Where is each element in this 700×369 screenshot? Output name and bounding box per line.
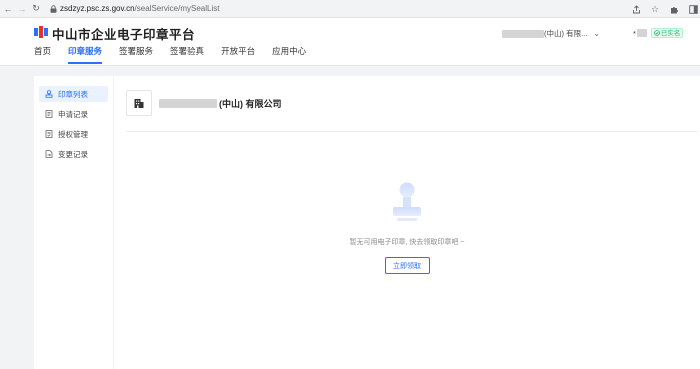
- company-switcher[interactable]: (中山) 有限... ⌄: [502, 28, 600, 39]
- user-area[interactable]: * 已实名: [633, 28, 684, 38]
- divider: [126, 131, 698, 132]
- nav-signature-verification[interactable]: 签署验真: [170, 45, 204, 63]
- main-panel: (中山) 有限公司 暂无可用电子印章, 快去领取印章吧 ~ 立即领取: [114, 76, 700, 369]
- empty-state: 暂无可用电子印章, 快去领取印章吧 ~ 立即领取: [114, 181, 700, 274]
- back-icon[interactable]: ←: [2, 3, 14, 15]
- bookmark-star-icon[interactable]: ☆: [650, 3, 660, 15]
- lock-icon[interactable]: [48, 3, 58, 15]
- authorize-icon: [44, 130, 53, 139]
- sidebar-item-label: 印章列表: [58, 89, 88, 99]
- verified-badge: 已实名: [650, 28, 684, 38]
- share-icon[interactable]: [631, 3, 641, 15]
- document-icon: [44, 110, 53, 119]
- check-circle-icon: [654, 30, 660, 36]
- sidebar-item-label: 变更记录: [58, 149, 88, 159]
- reload-icon[interactable]: ↻: [30, 3, 42, 15]
- chevron-down-icon: ⌄: [593, 29, 601, 38]
- sidebar-item-application-records[interactable]: 申请记录: [39, 106, 108, 122]
- company-name: (中山) 有限公司: [159, 97, 282, 110]
- nav-seal-service[interactable]: 印章服务: [68, 45, 103, 64]
- seal-icon: [44, 90, 53, 99]
- empty-seal-illustration-icon: [393, 182, 421, 221]
- platform-logo-icon: [34, 26, 48, 38]
- company-header: (中山) 有限公司: [126, 90, 282, 116]
- side-panel-icon[interactable]: [688, 3, 698, 15]
- redacted-text: [502, 29, 544, 38]
- redacted-username: [636, 29, 647, 37]
- site-title: 中山市企业电子印章平台: [52, 28, 196, 42]
- extensions-puzzle-icon[interactable]: [669, 3, 679, 15]
- url-path: /sealService/mySealList: [134, 4, 220, 13]
- main-nav: 首页 印章服务 签署服务 签署验真 开放平台 应用中心: [34, 45, 323, 64]
- nav-app-center[interactable]: 应用中心: [272, 45, 306, 63]
- sidebar-item-change-records[interactable]: 变更记录: [39, 146, 108, 162]
- site-header: 中山市企业电子印章平台 (中山) 有限... ⌄ * 已实名 首页 印章服务 签…: [0, 18, 700, 66]
- sidebar-item-label: 申请记录: [58, 109, 88, 119]
- sidebar-item-seal-list[interactable]: 印章列表: [39, 86, 108, 102]
- user-initial: *: [633, 28, 636, 38]
- browser-toolbar: ← → ↻ zsdzyz.psc.zs.gov.cn/sealService/m…: [0, 0, 700, 18]
- sidebar: 印章列表 申请记录 授权管理 变更记录: [34, 76, 113, 369]
- company-name-text: (中山) 有限公司: [219, 98, 282, 109]
- forward-icon[interactable]: →: [16, 3, 28, 15]
- nav-home[interactable]: 首页: [34, 45, 51, 63]
- verified-label: 已实名: [660, 29, 681, 37]
- sidebar-item-label: 授权管理: [58, 129, 88, 139]
- building-icon: [126, 90, 152, 116]
- url-host: zsdzyz.psc.zs.gov.cn: [60, 4, 135, 13]
- nav-signing-service[interactable]: 签署服务: [119, 45, 153, 63]
- nav-open-platform[interactable]: 开放平台: [221, 45, 255, 63]
- empty-state-text: 暂无可用电子印章, 快去领取印章吧 ~: [349, 239, 465, 246]
- claim-now-button[interactable]: 立即领取: [384, 257, 430, 274]
- company-switch-label: (中山) 有限...: [544, 29, 588, 38]
- change-icon: [44, 150, 53, 159]
- address-bar[interactable]: zsdzyz.psc.zs.gov.cn/sealService/mySealL…: [60, 4, 219, 13]
- redacted-company-prefix: [159, 98, 217, 108]
- sidebar-item-authorization[interactable]: 授权管理: [39, 126, 108, 142]
